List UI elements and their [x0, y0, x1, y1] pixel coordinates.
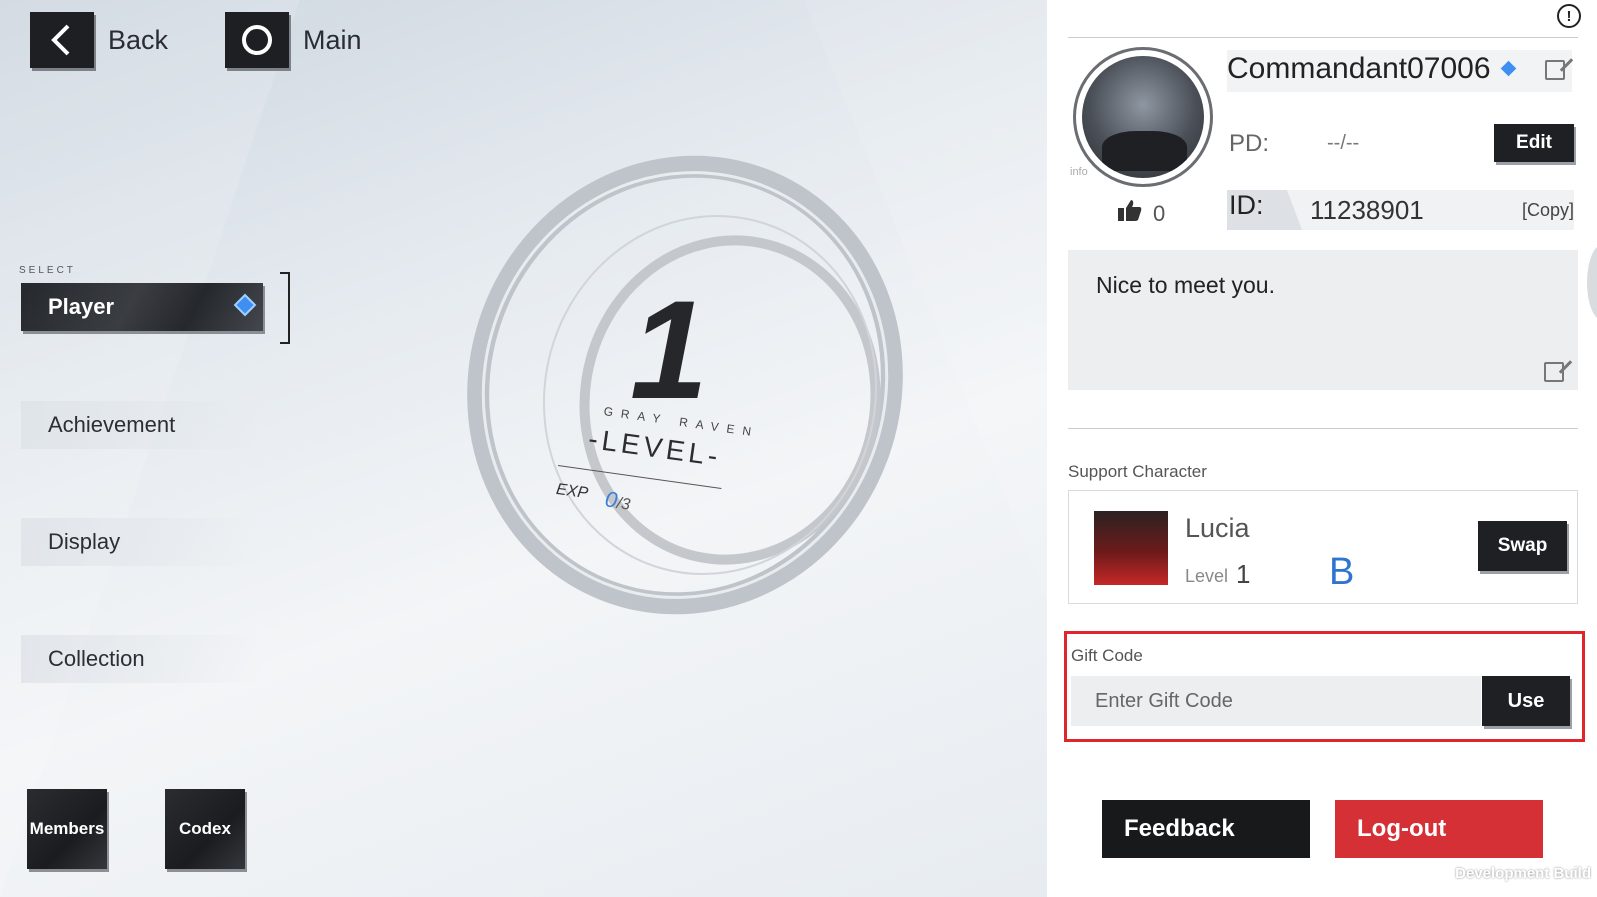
select-tag: SELECT [19, 265, 76, 276]
dev-build-watermark: Development Build [1455, 865, 1591, 882]
character-rank: B [1329, 551, 1355, 593]
player-name: Commandant07006 [1227, 52, 1491, 85]
selection-bracket [280, 272, 290, 344]
exp-max: /3 [615, 494, 632, 514]
gift-code-title: Gift Code [1071, 646, 1143, 665]
edit-button[interactable]: Edit [1494, 124, 1574, 162]
support-card: Lucia Level 1 B Swap [1068, 490, 1578, 604]
id-value: 11238901 [1310, 195, 1424, 225]
logout-label: Log-out [1357, 815, 1447, 842]
main-button[interactable]: Main [225, 12, 362, 68]
edge-handle [1587, 245, 1597, 320]
avatar[interactable] [1073, 47, 1213, 187]
circle-icon [225, 12, 289, 68]
menu-item-display[interactable]: Display [21, 518, 263, 566]
avatar-image [1082, 56, 1204, 178]
codex-button[interactable]: Codex [165, 789, 245, 869]
pd-value: --/-- [1327, 132, 1360, 154]
swap-label: Swap [1497, 535, 1548, 556]
likes[interactable]: 0 [1117, 198, 1165, 229]
use-button[interactable]: Use [1482, 676, 1570, 726]
selected-diamond-icon [233, 293, 257, 317]
chevron-left-icon [30, 12, 94, 68]
character-name: Lucia [1185, 513, 1250, 543]
message-box[interactable]: Nice to meet you. [1068, 250, 1578, 390]
pd-label: PD: [1229, 130, 1270, 157]
swap-button[interactable]: Swap [1478, 521, 1567, 571]
copy-button[interactable]: [Copy] [1522, 200, 1574, 221]
level-number: 1 [630, 271, 708, 428]
menu-item-player[interactable]: Player [21, 283, 263, 331]
back-label: Back [108, 24, 169, 55]
support-title: Support Character [1068, 462, 1207, 481]
divider [1068, 428, 1578, 429]
exp-value: 0/3 [603, 486, 632, 515]
logout-button[interactable]: Log-out [1335, 800, 1543, 858]
edit-label: Edit [1516, 132, 1552, 153]
menu-item-achievement[interactable]: Achievement [21, 401, 263, 449]
main-label: Main [303, 24, 362, 55]
members-button[interactable]: Members [27, 789, 107, 869]
info-tag: info [1070, 166, 1088, 178]
exclamation-circle-icon[interactable]: ! [1557, 4, 1581, 28]
menu-item-label: Collection [48, 646, 145, 671]
menu-item-collection[interactable]: Collection [21, 635, 263, 683]
character-level-label: Level [1185, 566, 1229, 586]
name-box: Commandant07006 [1227, 50, 1572, 92]
gift-code-section: Gift Code Use [1064, 631, 1585, 742]
edit-message-icon[interactable] [1544, 362, 1564, 382]
feedback-label: Feedback [1124, 815, 1235, 842]
menu-item-label: Player [48, 294, 115, 319]
character-portrait[interactable] [1094, 511, 1168, 585]
thumbs-up-icon [1117, 198, 1143, 229]
id-bar: ID: 11238901 [Copy] [1227, 190, 1574, 230]
id-label: ID: [1227, 190, 1302, 230]
codex-label: Codex [179, 819, 231, 838]
message-text: Nice to meet you. [1096, 272, 1275, 298]
divider [1068, 37, 1578, 38]
likes-count: 0 [1153, 200, 1166, 226]
menu-item-label: Display [48, 529, 121, 554]
left-panel: Back Main SELECT Player Achievement Disp… [0, 0, 1047, 897]
gift-code-input[interactable] [1071, 676, 1481, 726]
edit-name-icon[interactable] [1545, 60, 1565, 80]
diamond-icon [1500, 60, 1517, 77]
back-button[interactable]: Back [30, 12, 168, 68]
use-label: Use [1507, 689, 1545, 712]
members-label: Members [29, 819, 105, 838]
menu-item-label: Achievement [48, 412, 176, 437]
feedback-button[interactable]: Feedback [1102, 800, 1310, 858]
profile-panel: ! info 0 Commandant07006 PD: --/-- Edit … [1047, 0, 1597, 897]
character-level: 1 [1236, 559, 1251, 589]
